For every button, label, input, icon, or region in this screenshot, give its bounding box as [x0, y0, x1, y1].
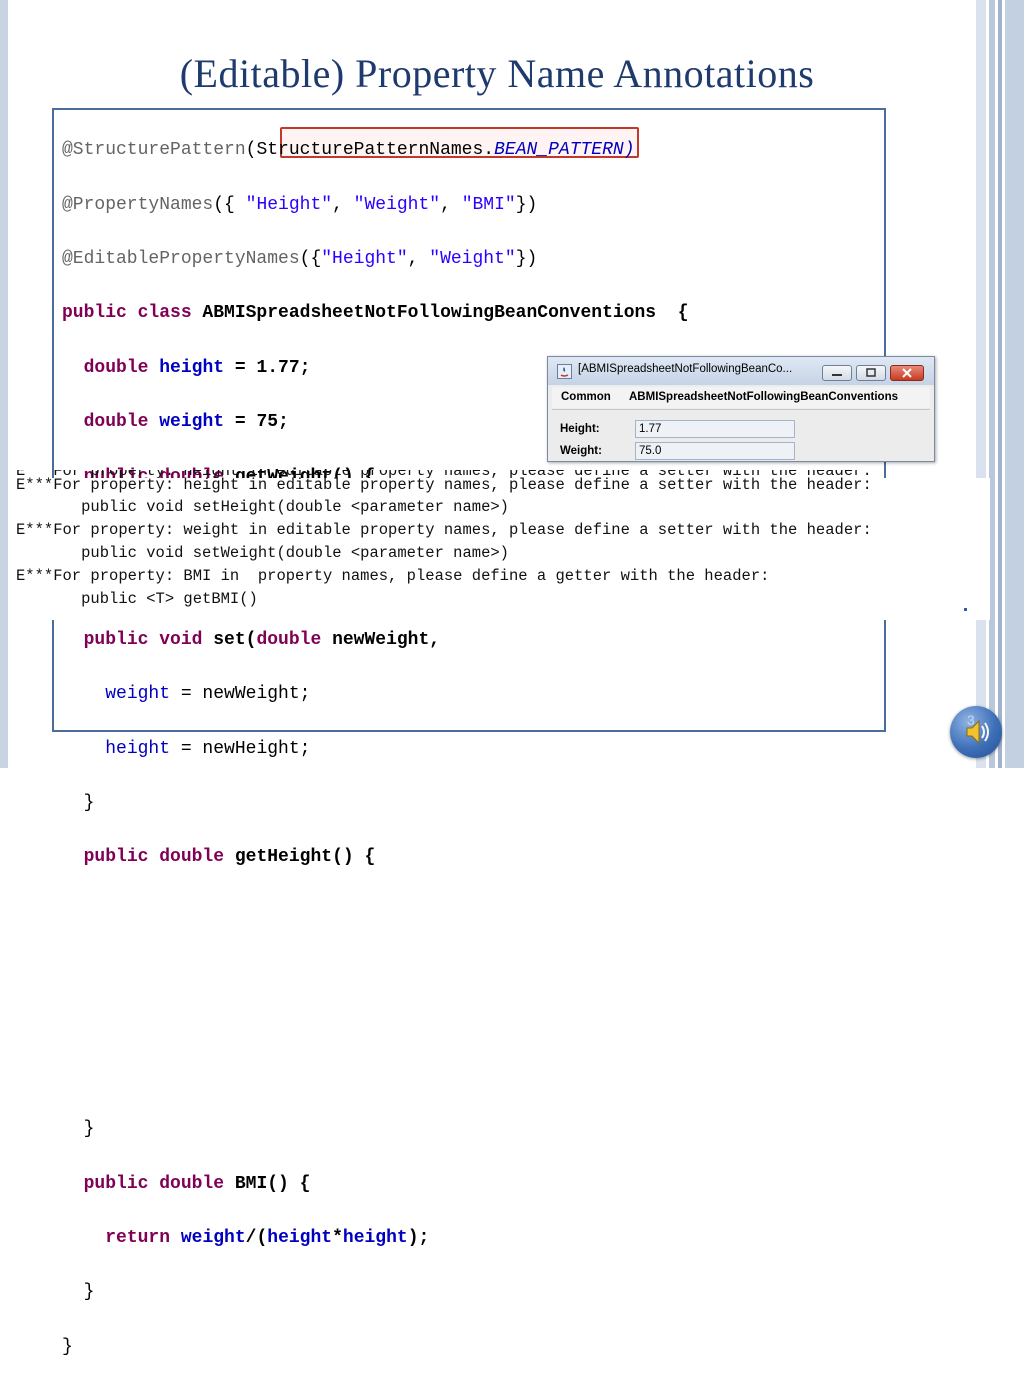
code-line: @PropertyNames({ "Height", "Weight", "BM… [62, 194, 538, 215]
menu-class[interactable]: ABMISpreadsheetNotFollowingBeanConventio… [629, 391, 898, 403]
slide-right-border [976, 0, 1024, 768]
weight-field[interactable]: 75.0 [635, 442, 795, 460]
audio-button[interactable] [950, 706, 1002, 758]
window-titlebar[interactable]: [ABMISpreadsheetNotFollowingBeanCo... [548, 357, 934, 385]
console-error-output: E***For property: height in editable pro… [14, 476, 990, 620]
close-icon [902, 368, 912, 378]
code-line: } [83, 1119, 95, 1140]
code-line: public double BMI() { [83, 1173, 311, 1194]
minimize-icon [832, 374, 842, 376]
code-line: } [83, 1282, 95, 1303]
menu-common[interactable]: Common [561, 391, 611, 403]
slide-left-border [0, 0, 8, 768]
console-line: public <T> getBMI() [16, 590, 258, 608]
menu-bar: Common ABMISpreadsheetNotFollowingBeanCo… [552, 387, 930, 408]
console-line: E***For property: BMI in property names,… [16, 567, 770, 585]
code-line: } [83, 792, 95, 813]
slide-title: (Editable) Property Name Annotations [179, 51, 815, 96]
code-line: public double getHeight() { [83, 847, 376, 868]
code-line: @EditablePropertyNames({"Height", "Weigh… [62, 248, 538, 269]
code-line: weight = newWeight; [105, 684, 311, 705]
weight-label: Weight: [560, 445, 602, 457]
console-line: public void setWeight(double <parameter … [16, 544, 509, 562]
close-button[interactable] [890, 365, 924, 381]
java-app-icon [557, 364, 572, 379]
console-line: E***For property: weight in editable pro… [16, 521, 872, 539]
code-listing: @StructurePattern(StructurePatternNames.… [62, 110, 689, 1388]
code-line: height = newHeight; [105, 738, 311, 759]
slide-number: 3 [967, 712, 975, 728]
menu-divider [552, 409, 930, 410]
maximize-icon [866, 368, 876, 377]
height-field[interactable]: 1.77 [635, 420, 795, 438]
code-line: } [62, 1336, 73, 1357]
console-line: public void setHeight(double <parameter … [16, 498, 509, 516]
code-line: @StructurePattern(StructurePatternNames.… [62, 140, 635, 161]
code-line: public void set(double newWeight, [83, 629, 451, 650]
console-marker [964, 608, 967, 611]
window-title: [ABMISpreadsheetNotFollowingBeanCo... [578, 363, 793, 375]
code-line: return weight/(height*height); [105, 1228, 430, 1249]
height-label: Height: [560, 423, 600, 435]
code-line: public class ABMISpreadsheetNotFollowing… [62, 303, 689, 324]
speaker-icon [966, 719, 989, 745]
console-line: E***For property: height in editable pro… [16, 476, 872, 494]
minimize-button[interactable] [822, 365, 852, 381]
maximize-button[interactable] [856, 365, 886, 381]
object-editor-window[interactable]: [ABMISpreadsheetNotFollowingBeanCo... Co… [547, 356, 935, 462]
